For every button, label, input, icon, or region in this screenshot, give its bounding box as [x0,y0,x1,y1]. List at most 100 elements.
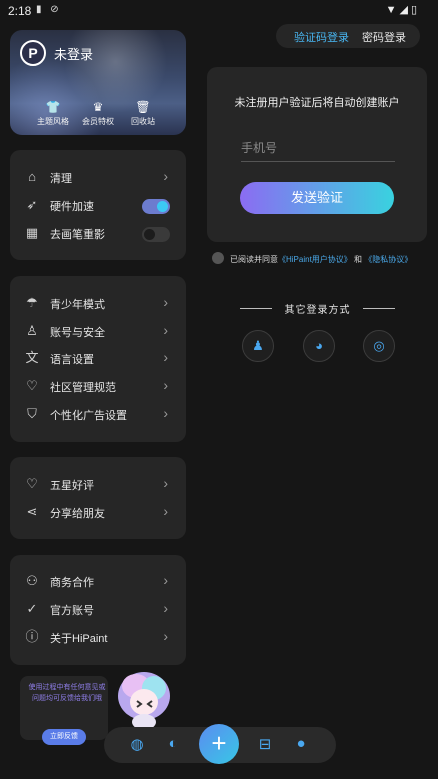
wechat-login-button[interactable]: ◕ [303,330,335,362]
language-settings-label: 语言设置 [50,354,94,366]
ad-settings-label: 个性化广告设置 [50,410,127,422]
status-bar: 2:18 ▮ ⊘ ▼◢▯ [0,0,438,20]
clean-label: 清理 [50,173,72,185]
about-panel: ⚇ 商务合作 › ✓ 官方账号 › ⓘ 关于HiPaint › [10,555,186,665]
info-icon: ⓘ [25,629,39,644]
feedback-button[interactable]: 立即反馈 [42,729,86,745]
user-agreement-link[interactable]: 《HiPaint用户协议》 [278,255,352,264]
shirt-icon: 👕 [45,100,61,114]
login-status[interactable]: 未登录 [54,44,93,63]
theme-style-button[interactable]: 👕 主题风格 [28,100,78,127]
chevron-right-icon: › [163,503,168,519]
phone-input[interactable] [241,135,395,162]
chevron-right-icon: › [163,294,168,310]
shop-icon[interactable]: ⊟ [254,735,276,753]
weibo-login-button[interactable]: ◎ [363,330,395,362]
login-hint: 未注册用户验证后将自动创建账户 [234,97,400,109]
stroke-shadow-toggle[interactable] [142,227,170,242]
app-logo: P [20,40,46,66]
chevron-right-icon: › [163,405,168,421]
five-star-review-label: 五星好评 [50,480,94,492]
community-icon: ♡ [26,378,38,393]
toggle-knob [144,229,155,240]
shield-icon: ⛉ [27,406,37,421]
profile-header-card[interactable]: P 未登录 👕 主题风格 ♛ 会员特权 🗑 回收站 [10,30,186,135]
share-friends-label: 分享给朋友 [50,508,105,520]
hardware-acceleration-label: 硬件加速 [50,201,94,213]
clean-item[interactable]: ⌂ 清理 › [10,165,186,191]
privacy-link[interactable]: 《隐私协议》 [364,255,412,264]
login-card: 未注册用户验证后将自动创建账户 发送验证 [207,67,427,242]
qq-icon: ♟ [252,338,264,353]
language-settings-item[interactable]: 文 语言设置 › [10,346,186,372]
hardware-acceleration-toggle[interactable] [142,199,170,214]
agreement-prefix: 已阅读并同意 [230,255,278,264]
language-icon: 文 [25,350,39,365]
broom-icon: ⌂ [28,169,36,184]
umbrella-icon: ☂ [26,295,38,310]
trash-icon: 🗑 [135,100,151,114]
chevron-right-icon: › [163,628,168,644]
business-cooperation-item[interactable]: ⚇ 商务合作 › [10,569,186,595]
account-security-label: 账号与安全 [50,327,105,339]
divider [240,308,272,309]
rocket-icon: ➶ [26,197,38,212]
qq-login-button[interactable]: ♟ [242,330,274,362]
about-hipaint-item[interactable]: ⓘ 关于HiPaint › [10,625,186,651]
wechat-icon: ◕ [315,338,323,353]
heart-icon: ♡ [26,476,38,491]
agreement-row: 已阅读并同意《HiPaint用户协议》 和 《隐私协议》 [212,252,432,266]
system-icons: ▼◢▯ [385,4,420,16]
five-star-review-item[interactable]: ♡ 五星好评 › [10,472,186,498]
vip-privileges-label: 会员特权 [82,117,114,126]
toggle-knob [157,201,168,212]
share-icon: ⋖ [26,504,38,519]
theme-style-label: 主题风格 [37,117,69,126]
palette-icon[interactable]: ◍ [126,735,148,753]
chevron-right-icon: › [163,168,168,184]
official-account-label: 官方账号 [50,605,94,617]
agreement-and: 和 [354,255,363,264]
about-hipaint-label: 关于HiPaint [50,633,108,645]
settings-panel: ⌂ 清理 › ➶ 硬件加速 ▦ 去画笔重影 [10,150,186,260]
mascot-illustration [118,672,170,730]
teen-mode-item[interactable]: ☂ 青少年模式 › [10,291,186,317]
crown-icon: ♛ [92,100,104,114]
account-security-item[interactable]: ♙ 账号与安全 › [10,319,186,345]
chevron-right-icon: › [163,572,168,588]
add-button[interactable]: + [199,724,239,764]
account-settings-panel: ☂ 青少年模式 › ♙ 账号与安全 › 文 语言设置 › ♡ 社区管理规范 › … [10,276,186,442]
stroke-shadow-item: ▦ 去画笔重影 [10,221,186,247]
recycle-bin-button[interactable]: 🗑 回收站 [118,100,168,127]
official-account-item[interactable]: ✓ 官方账号 › [10,597,186,623]
other-login-label: 其它登录方式 [284,305,351,316]
chevron-right-icon: › [163,377,168,393]
business-cooperation-label: 商务合作 [50,577,94,589]
chevron-right-icon: › [163,475,168,491]
planet-icon[interactable]: ◐ [162,735,184,752]
tab-sms-login[interactable]: 验证码登录 [294,29,349,45]
share-friends-item[interactable]: ⋖ 分享给朋友 › [10,500,186,526]
profile-icon[interactable]: ● [290,735,312,752]
login-mode-tabs: 验证码登录 密码登录 [276,24,420,48]
teen-mode-label: 青少年模式 [50,299,105,311]
handshake-icon: ⚇ [26,573,38,588]
divider [363,308,395,309]
status-time: 2:18 [8,4,32,18]
feedback-card: 使用过程中有任何意见或问题均可反馈给我们哦 立即反馈 [20,676,108,745]
chevron-right-icon: › [163,600,168,616]
send-code-button[interactable]: 发送验证 [240,182,394,214]
brush-icon: ▦ [25,225,39,240]
verified-icon: ✓ [26,601,38,616]
community-rules-item[interactable]: ♡ 社区管理规范 › [10,374,186,400]
hardware-acceleration-item: ➶ 硬件加速 [10,193,186,219]
agree-checkbox[interactable] [212,252,224,264]
feedback-text: 使用过程中有任何意见或问题均可反馈给我们哦 [28,684,106,702]
tab-password-login[interactable]: 密码登录 [362,29,406,45]
ad-settings-item[interactable]: ⛉ 个性化广告设置 › [10,402,186,428]
vip-privileges-button[interactable]: ♛ 会员特权 [73,100,123,127]
recycle-bin-label: 回收站 [131,117,155,126]
stroke-shadow-label: 去画笔重影 [50,229,105,241]
community-rules-label: 社区管理规范 [50,382,116,394]
share-panel: ♡ 五星好评 › ⋖ 分享给朋友 › [10,457,186,539]
